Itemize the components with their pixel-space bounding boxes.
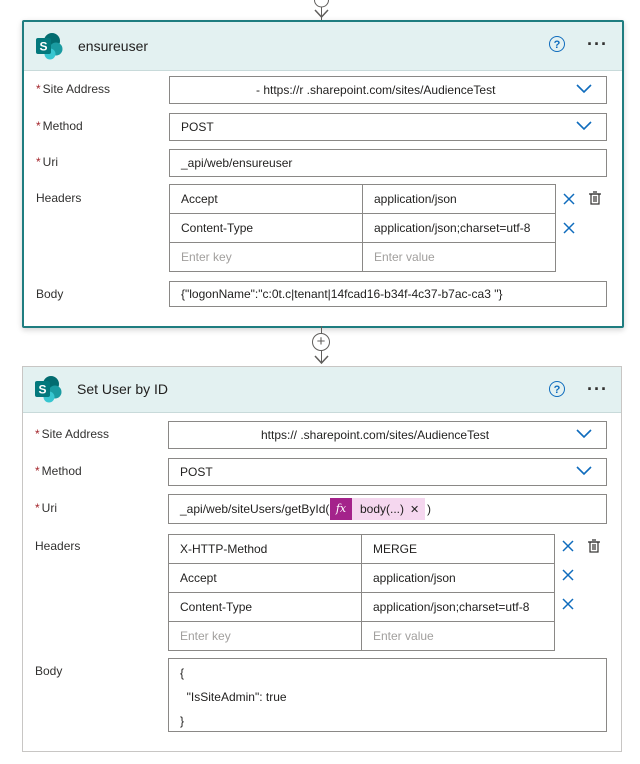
fx-icon: fx — [330, 498, 352, 520]
remove-token-icon[interactable]: ✕ — [410, 503, 425, 516]
delete-row-icon[interactable] — [563, 222, 575, 234]
uri-prefix: _api/web/siteUsers/getById( — [180, 502, 330, 516]
method-value: POST — [180, 465, 213, 479]
headers-label: Headers — [36, 191, 82, 205]
body-value: {"logonName":"c:0t.c|tenant|14fcad16-b34… — [181, 287, 503, 301]
help-icon[interactable]: ? — [549, 381, 565, 397]
header-value-input[interactable]: application/json — [363, 185, 555, 214]
method-label: * Method — [36, 119, 83, 133]
action-card-ensureuser[interactable]: S ensureuser ? ··· * Site Address - https… — [22, 20, 624, 328]
method-dropdown[interactable]: POST — [169, 113, 607, 141]
uri-label: * Uri — [36, 155, 58, 169]
headers-label: Headers — [35, 539, 81, 553]
header-value-input[interactable]: application/json;charset=utf-8 — [363, 214, 555, 243]
delete-row-icon[interactable] — [563, 193, 575, 205]
site-address-dropdown[interactable]: - https://r .sharepoint.com/sites/Audien… — [169, 76, 607, 104]
chevron-down-icon[interactable] — [576, 84, 592, 94]
card-title[interactable]: Set User by ID — [77, 381, 168, 397]
site-address-label: * Site Address — [35, 427, 110, 441]
help-icon[interactable]: ? — [549, 36, 565, 52]
card-header[interactable]: S ensureuser ? ··· — [24, 22, 622, 71]
header-key-input[interactable]: Content-Type — [170, 214, 363, 243]
method-value: POST — [181, 120, 214, 134]
header-key-input[interactable]: Accept — [169, 564, 362, 593]
header-value-placeholder-input[interactable]: Enter value — [363, 243, 555, 271]
body-input[interactable]: {"logonName":"c:0t.c|tenant|14fcad16-b34… — [169, 281, 607, 307]
header-key-placeholder-input[interactable]: Enter key — [170, 243, 363, 271]
headers-table: Accept application/json Content-Type app… — [169, 184, 556, 272]
header-value-placeholder-input[interactable]: Enter value — [362, 622, 554, 650]
body-textarea[interactable]: { "IsSiteAdmin": true } — [168, 658, 607, 732]
clear-table-icon[interactable] — [588, 190, 602, 206]
header-key-input[interactable]: Accept — [170, 185, 363, 214]
chevron-down-icon[interactable] — [576, 121, 592, 131]
header-value-input[interactable]: MERGE — [362, 535, 554, 564]
uri-value: _api/web/ensureuser — [181, 156, 293, 170]
uri-suffix: ) — [427, 502, 431, 516]
expression-token[interactable]: fx body(...) ✕ — [330, 498, 426, 520]
body-line: { — [180, 666, 185, 680]
body-line: "IsSiteAdmin": true — [180, 690, 287, 704]
uri-label: * Uri — [35, 501, 57, 515]
svg-text:S: S — [38, 383, 46, 397]
chevron-down-icon[interactable] — [576, 466, 592, 476]
body-line: } — [180, 714, 185, 728]
body-label: Body — [36, 287, 64, 301]
body-label: Body — [35, 664, 63, 678]
chevron-down-icon[interactable] — [576, 429, 592, 439]
svg-text:S: S — [39, 40, 47, 54]
connector-arrow-icon — [314, 0, 329, 19]
headers-table: X-HTTP-Method MERGE Accept application/j… — [168, 534, 555, 651]
sharepoint-icon: S — [36, 33, 63, 60]
delete-row-icon[interactable] — [562, 540, 574, 552]
delete-row-icon[interactable] — [562, 598, 574, 610]
site-address-label: * Site Address — [36, 82, 111, 96]
method-label: * Method — [35, 464, 82, 478]
connector-arrow-icon — [314, 355, 329, 365]
header-value-input[interactable]: application/json;charset=utf-8 — [362, 593, 554, 622]
site-address-dropdown[interactable]: https:// .sharepoint.com/sites/AudienceT… — [168, 421, 607, 449]
site-address-value: https:// .sharepoint.com/sites/AudienceT… — [261, 428, 490, 442]
token-label: body(...) — [360, 502, 405, 516]
site-address-value: - https://r .sharepoint.com/sites/Audien… — [256, 83, 496, 97]
header-value-input[interactable]: application/json — [362, 564, 554, 593]
uri-input[interactable]: _api/web/ensureuser — [169, 149, 607, 177]
card-header[interactable]: S Set User by ID ? ··· — [23, 367, 621, 413]
delete-row-icon[interactable] — [562, 569, 574, 581]
uri-input[interactable]: _api/web/siteUsers/getById( fx body(...)… — [168, 494, 607, 524]
more-options-icon[interactable]: ··· — [587, 379, 608, 400]
card-title[interactable]: ensureuser — [78, 38, 148, 54]
action-card-set-user-by-id[interactable]: S Set User by ID ? ··· * Site Address htt… — [22, 366, 622, 752]
header-key-placeholder-input[interactable]: Enter key — [169, 622, 362, 650]
more-options-icon[interactable]: ··· — [587, 34, 608, 55]
header-key-input[interactable]: X-HTTP-Method — [169, 535, 362, 564]
clear-table-icon[interactable] — [587, 538, 601, 554]
add-step-button[interactable]: + — [312, 333, 330, 351]
method-dropdown[interactable]: POST — [168, 458, 607, 486]
sharepoint-icon: S — [35, 376, 62, 403]
header-key-input[interactable]: Content-Type — [169, 593, 362, 622]
